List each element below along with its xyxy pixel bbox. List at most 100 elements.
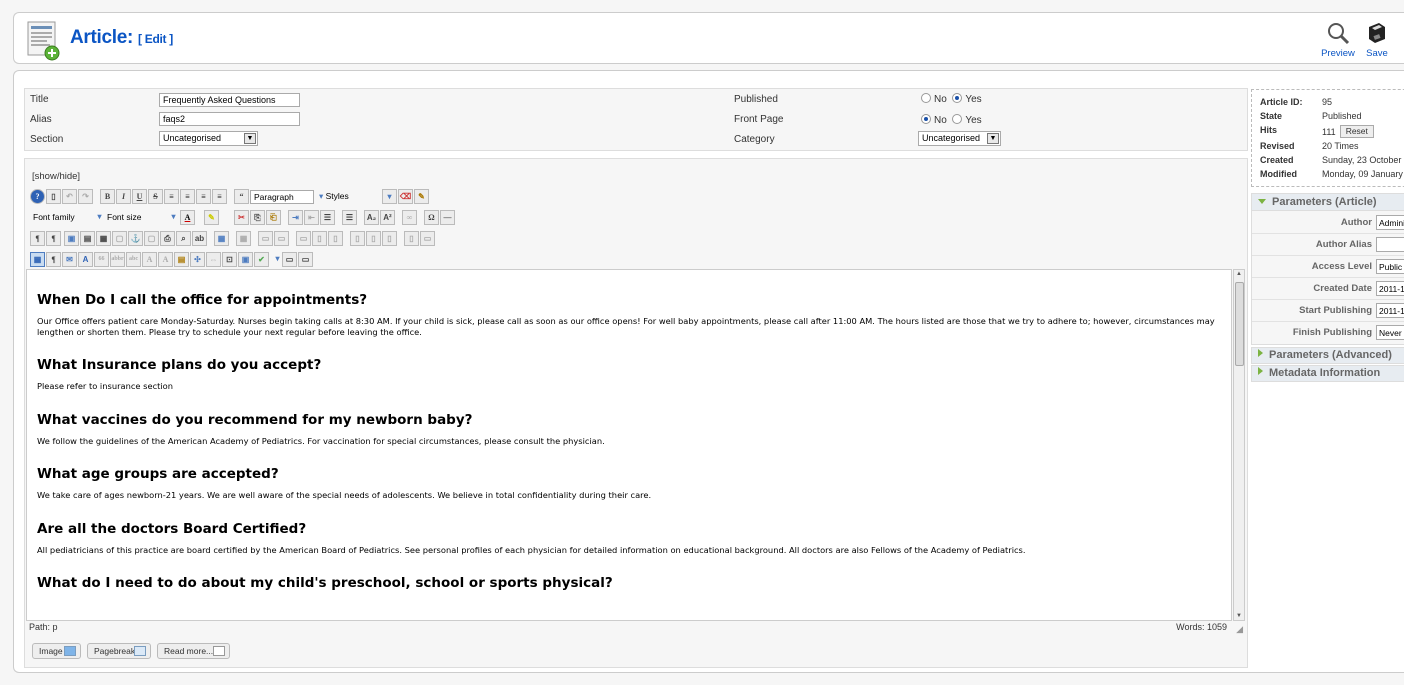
cleanup-broom-icon[interactable]: ✎ [414, 189, 429, 204]
start-publishing-input[interactable]: 2011-1 [1376, 303, 1404, 318]
chevron-down-icon[interactable]: ▾ [166, 210, 181, 225]
cite-icon[interactable]: 66 [94, 252, 109, 267]
new-document-icon[interactable]: ▯ [46, 189, 61, 204]
italic-icon[interactable]: I [116, 189, 131, 204]
spellcheck-insert-icon[interactable]: ✉ [62, 252, 77, 267]
pagebreak-button[interactable]: Pagebreak [87, 643, 151, 659]
row-before-icon[interactable]: ▭ [258, 231, 273, 246]
col-before-icon[interactable]: ▯ [312, 231, 327, 246]
styles-select[interactable]: ▾ Styles [316, 190, 378, 204]
delete-col-icon[interactable]: ▯ [350, 231, 365, 246]
visual-aid-icon[interactable]: ▦ [30, 252, 45, 267]
print-icon[interactable]: ⎙ [160, 231, 175, 246]
highlight-color-icon[interactable]: ✎ [204, 210, 219, 225]
metadata-information-header[interactable]: Metadata Information [1251, 365, 1404, 382]
del-icon[interactable]: A [142, 252, 157, 267]
scroll-up-icon[interactable]: ▲ [1236, 271, 1242, 277]
link-icon[interactable]: ∞ [402, 210, 417, 225]
undo-icon[interactable]: ↶ [62, 189, 77, 204]
insert-date-icon[interactable]: ▢ [144, 231, 159, 246]
scroll-down-icon[interactable]: ▼ [1236, 613, 1242, 619]
search-icon[interactable]: ⌕ [176, 231, 191, 246]
alias-input[interactable]: faqs2 [159, 112, 300, 126]
attributes-icon[interactable]: ▤ [174, 252, 189, 267]
row-after-icon[interactable]: ▭ [274, 231, 289, 246]
special-char-omega-icon[interactable]: Ω [424, 210, 439, 225]
preview-doc-icon[interactable]: ▦ [96, 231, 111, 246]
code-icon[interactable]: ▢ [112, 231, 127, 246]
underline-icon[interactable]: U [132, 189, 147, 204]
save-button[interactable]: Save [1357, 21, 1397, 59]
published-no-radio[interactable] [921, 93, 931, 103]
superscript-icon[interactable]: A² [380, 210, 395, 225]
style-props-icon[interactable]: A [78, 252, 93, 267]
image-button[interactable]: Image [32, 643, 81, 659]
horizontal-rule-icon[interactable]: — [440, 210, 455, 225]
chevron-down-icon[interactable]: ▾ [382, 189, 397, 204]
show-hide-toggle[interactable]: [show/hide] [32, 171, 80, 182]
parameters-advanced-header[interactable]: Parameters (Advanced) [1251, 347, 1404, 364]
col-after-icon[interactable]: ▯ [328, 231, 343, 246]
split-cells-icon[interactable]: ▯ [366, 231, 381, 246]
reset-hits-button[interactable]: Reset [1339, 125, 1374, 138]
cut-icon[interactable]: ✂ [234, 210, 249, 225]
eraser-icon[interactable]: ⌫ [398, 189, 413, 204]
spellcheck-icon[interactable]: ✔ [254, 252, 269, 267]
show-blocks-icon[interactable]: ¶ [46, 252, 61, 267]
merge-cells-icon[interactable]: ▯ [382, 231, 397, 246]
redo-icon[interactable]: ↷ [78, 189, 93, 204]
preview-button[interactable]: Preview [1318, 21, 1358, 59]
frontpage-no-radio[interactable] [921, 114, 931, 124]
editor-content-area[interactable]: When Do I call the office for appointmen… [26, 269, 1232, 621]
replace-icon[interactable]: ab [192, 231, 207, 246]
font-family-select[interactable]: Font family [30, 211, 90, 225]
section-select[interactable]: Uncategorised ▼ [159, 131, 258, 146]
strikethrough-icon[interactable]: S [148, 189, 163, 204]
blockquote-icon[interactable]: “ [234, 189, 249, 204]
align-left-icon[interactable]: ≡ [196, 189, 211, 204]
published-yes-radio[interactable] [952, 93, 963, 103]
parameters-article-header[interactable]: Parameters (Article) [1252, 194, 1404, 211]
frontpage-yes-radio[interactable] [952, 114, 963, 124]
subscript-icon[interactable]: A₂ [364, 210, 379, 225]
delete-row-icon[interactable]: ▭ [296, 231, 311, 246]
row-props-icon[interactable]: ▭ [420, 231, 435, 246]
paragraph-format-select[interactable]: Paragraph [250, 190, 314, 204]
created-date-input[interactable]: 2011-1 [1376, 281, 1404, 296]
ins-icon[interactable]: A [158, 252, 173, 267]
bold-icon[interactable]: B [100, 189, 115, 204]
copy-icon[interactable]: ⎘ [250, 210, 265, 225]
pagebreak-icon[interactable]: ▭ [282, 252, 297, 267]
finish-publishing-input[interactable]: Never [1376, 325, 1404, 340]
resize-handle-icon[interactable]: ◢ [1236, 624, 1243, 635]
anchor-icon[interactable]: ⚓ [128, 231, 143, 246]
editor-scrollbar[interactable]: ▲ ▼ [1233, 269, 1245, 621]
nonbreaking-icon[interactable]: ⊡ [222, 252, 237, 267]
layer-icon[interactable]: ✣ [190, 252, 205, 267]
fullscreen-icon[interactable]: ▣ [238, 252, 253, 267]
category-select[interactable]: Uncategorised ▼ [918, 131, 1001, 146]
indent-icon[interactable]: ⇥ [288, 210, 303, 225]
media-icon[interactable]: ▣ [64, 231, 79, 246]
paste-icon[interactable]: ⎗ [266, 210, 281, 225]
author-alias-input[interactable] [1376, 237, 1404, 252]
title-input[interactable]: Frequently Asked Questions [159, 93, 300, 107]
absolute-icon[interactable]: ⇔ [206, 252, 221, 267]
align-justify-icon[interactable]: ≡ [164, 189, 179, 204]
table-props-icon[interactable]: ▦ [236, 231, 251, 246]
readmore-button[interactable]: Read more... [157, 643, 230, 659]
ltr-direction-icon[interactable]: ¶ [30, 231, 45, 246]
rtl-direction-icon[interactable]: ¶ [46, 231, 61, 246]
cell-props-icon[interactable]: ▯ [404, 231, 419, 246]
scrollbar-thumb[interactable] [1235, 282, 1244, 366]
readmore-icon[interactable]: ▭ [298, 252, 313, 267]
align-right-icon[interactable]: ≡ [212, 189, 227, 204]
abbr-icon[interactable]: abbr [110, 252, 125, 267]
numbered-list-icon[interactable]: ☰ [320, 210, 335, 225]
help-icon[interactable]: ? [30, 189, 45, 204]
text-color-icon[interactable]: A [180, 210, 195, 225]
author-select[interactable]: Admini [1376, 215, 1404, 230]
access-level-select[interactable]: Public [1376, 259, 1404, 274]
bullet-list-icon[interactable]: ☰ [342, 210, 357, 225]
outdent-icon[interactable]: ⇤ [304, 210, 319, 225]
